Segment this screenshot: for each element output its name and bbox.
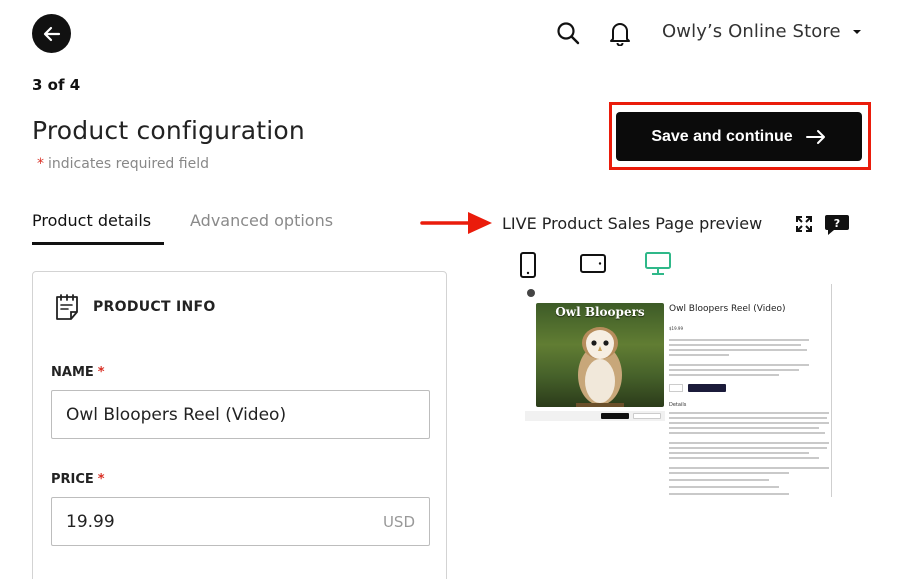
name-label-text: NAME [51, 365, 94, 380]
store-switcher[interactable]: Owly’s Online Store [662, 21, 863, 42]
preview-text-line [669, 349, 807, 351]
preview-text-line [669, 364, 809, 366]
preview-text-line [669, 447, 827, 449]
owl-illustration [576, 327, 624, 407]
preview-text-line [669, 354, 729, 356]
arrow-right-icon [805, 129, 825, 144]
preview-quantity [669, 384, 683, 392]
preview-text-line [669, 442, 829, 444]
back-button[interactable] [32, 14, 71, 53]
preview-text-line [669, 432, 825, 434]
name-label: NAME * [51, 365, 105, 380]
search-button[interactable] [555, 20, 581, 46]
preview-text-line [669, 486, 779, 488]
store-name: Owly’s Online Store [662, 21, 841, 42]
preview-text-line [669, 427, 819, 429]
annotation-arrow-icon [420, 212, 492, 234]
preview-buy-button [688, 384, 726, 392]
preview-title: LIVE Product Sales Page preview [502, 214, 763, 233]
price-input-value: 19.99 [66, 511, 115, 532]
tab-product-details[interactable]: Product details [32, 211, 164, 245]
price-currency: USD [382, 512, 415, 531]
help-bubble-icon[interactable]: ? [824, 214, 850, 236]
preview-store-bar [525, 411, 665, 421]
save-button-label: Save and continue [651, 127, 793, 145]
preview-logo [527, 289, 535, 297]
preview-details-heading: Details [669, 402, 687, 408]
preview-text-line [669, 467, 829, 469]
preview-text-line [669, 479, 769, 481]
preview-text-line [669, 452, 809, 454]
preview-price: $19.99 [669, 326, 683, 331]
bell-icon [610, 23, 630, 46]
sales-page-preview[interactable]: Owl Bloopers Owl Bloopers Reel (Video) $… [502, 284, 832, 497]
preview-text-line [669, 374, 779, 376]
required-field-note: * indicates required field [37, 156, 209, 172]
required-star: * [37, 156, 44, 172]
page-title: Product configuration [32, 116, 305, 145]
preview-follow-button [601, 413, 629, 419]
price-input[interactable]: 19.99 USD [51, 497, 430, 546]
product-info-header: PRODUCT INFO [53, 292, 216, 322]
svg-text:?: ? [834, 217, 840, 230]
preview-text-line [669, 417, 827, 419]
preview-text-line [669, 412, 829, 414]
tablet-icon[interactable] [580, 254, 606, 274]
preview-text-line [669, 472, 789, 474]
tab-advanced-options[interactable]: Advanced options [190, 211, 333, 242]
preview-product-title: Owl Bloopers Reel (Video) [669, 304, 786, 314]
arrow-left-icon [43, 26, 60, 41]
sticky-note-icon [56, 294, 78, 320]
chevron-down-icon [852, 29, 861, 34]
product-info-card: PRODUCT INFO NAME * Owl Bloopers Reel (Vi… [32, 271, 447, 579]
name-input[interactable]: Owl Bloopers Reel (Video) [51, 390, 430, 439]
save-and-continue-button[interactable]: Save and continue [616, 112, 862, 161]
phone-icon[interactable] [519, 252, 537, 278]
desktop-icon[interactable] [645, 252, 671, 276]
preview-text-line [669, 457, 819, 459]
step-indicator: 3 of 4 [32, 76, 81, 94]
name-required-star: * [97, 365, 105, 380]
preview-text-line [669, 493, 789, 495]
preview-text-line [669, 422, 829, 424]
notifications-button[interactable] [607, 20, 633, 46]
price-label-text: PRICE [51, 472, 94, 487]
preview-text-line [669, 344, 801, 346]
preview-text-line [669, 369, 799, 371]
price-required-star: * [97, 472, 105, 487]
search-icon [557, 22, 580, 45]
required-note-text: indicates required field [48, 156, 209, 172]
price-label: PRICE * [51, 472, 105, 487]
preview-product-image: Owl Bloopers [536, 303, 664, 407]
preview-contact-button [633, 413, 661, 419]
product-info-heading: PRODUCT INFO [93, 299, 216, 315]
name-input-value: Owl Bloopers Reel (Video) [66, 404, 287, 425]
expand-icon[interactable] [795, 215, 813, 233]
preview-text-line [669, 339, 809, 341]
